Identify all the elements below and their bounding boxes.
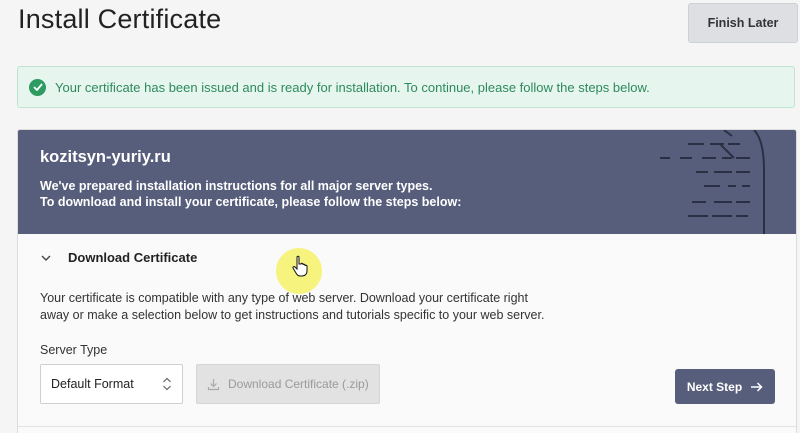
next-step-label: Next Step [686, 379, 743, 394]
section-description: Your certificate is compatible with any … [40, 290, 600, 324]
card-header: kozitsyn-yuriy.ru We've prepared install… [18, 130, 796, 234]
server-type-label: Server Type [40, 343, 108, 357]
download-icon [207, 378, 220, 390]
card-divider [18, 426, 796, 427]
page-title: Install Certificate [18, 4, 222, 34]
section-download-certificate[interactable]: Download Certificate [40, 250, 197, 265]
finish-later-button[interactable]: Finish Later [688, 3, 798, 43]
description-line-1: Your certificate is compatible with any … [40, 291, 528, 305]
download-label: Download Certificate (.zip) [228, 377, 369, 391]
arrow-right-icon [751, 381, 763, 392]
chevron-down-icon [41, 255, 51, 261]
description-line-2: away or make a selection below to get in… [40, 308, 545, 322]
decorative-lines-icon [660, 130, 765, 234]
next-step-button[interactable]: Next Step [675, 369, 775, 404]
banner-message: Your certificate has been issued and is … [55, 79, 650, 95]
updown-arrows-icon [163, 377, 171, 391]
check-circle-icon [29, 78, 46, 96]
section-title-label: Download Certificate [68, 250, 198, 265]
server-type-select[interactable]: Default Format [40, 364, 183, 404]
download-certificate-button[interactable]: Download Certificate (.zip) [196, 364, 380, 404]
hand-pointer-icon [292, 255, 308, 277]
install-card: kozitsyn-yuriy.ru We've prepared install… [17, 129, 797, 433]
success-banner: Your certificate has been issued and is … [17, 66, 795, 108]
server-type-value: Default Format [51, 377, 134, 391]
